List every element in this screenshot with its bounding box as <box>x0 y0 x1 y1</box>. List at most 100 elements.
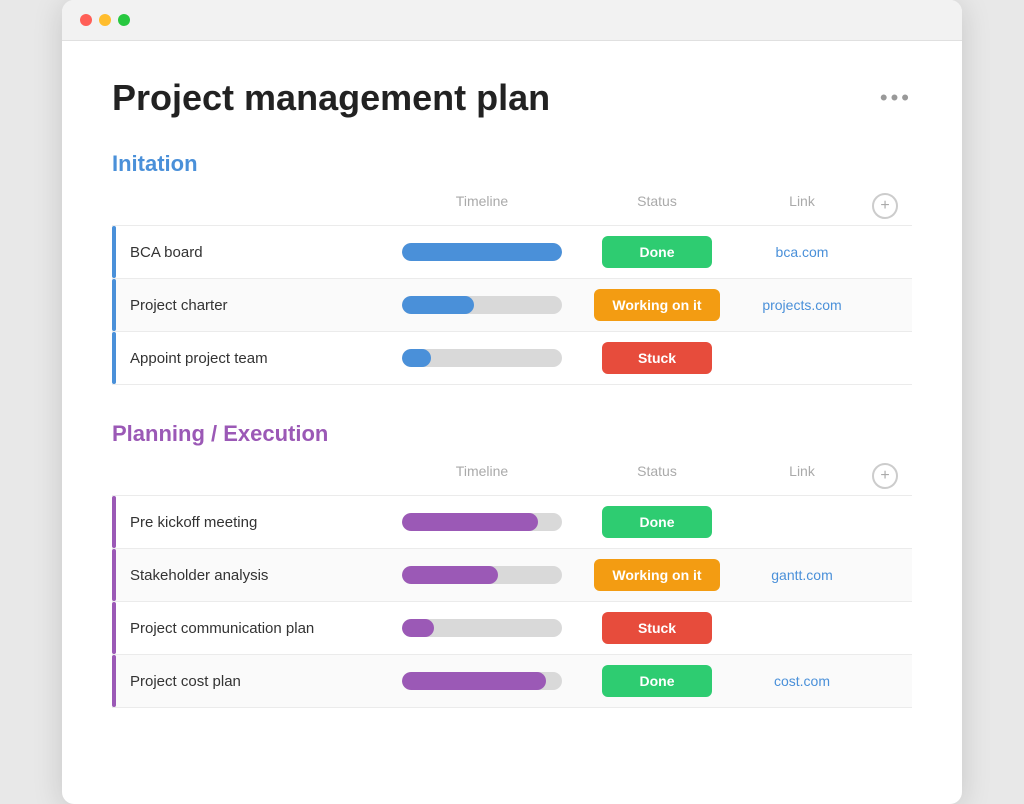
cell-timeline <box>382 513 582 531</box>
row-indicator <box>112 549 116 601</box>
cell-timeline <box>382 243 582 261</box>
section-title-planning: Planning / Execution <box>112 421 328 447</box>
cell-timeline <box>382 349 582 367</box>
sections-container: Initation Timeline Status Link + BCA boa… <box>112 151 912 708</box>
titlebar <box>62 0 962 41</box>
table-row: Appoint project team Stuck <box>112 332 912 385</box>
table-row: Project cost plan Done cost.com <box>112 655 912 708</box>
task-label: Stakeholder analysis <box>130 567 268 584</box>
col-add-header: + <box>872 193 912 219</box>
link-anchor[interactable]: gantt.com <box>771 567 832 583</box>
cell-task: Appoint project team <box>112 332 382 384</box>
page-title: Project management plan <box>112 77 550 119</box>
col-add-header: + <box>872 463 912 489</box>
status-badge: Working on it <box>594 559 719 591</box>
section-title-initiation: Initation <box>112 151 198 177</box>
cell-link[interactable]: bca.com <box>732 244 872 260</box>
row-indicator <box>112 332 116 384</box>
task-label: Project cost plan <box>130 673 241 690</box>
col-timeline-label: Timeline <box>382 463 582 489</box>
table-row: BCA board Done bca.com <box>112 226 912 279</box>
table-rows-planning: Pre kickoff meeting Done Stakeholder analy… <box>112 495 912 708</box>
cell-timeline <box>382 619 582 637</box>
row-indicator <box>112 602 116 654</box>
timeline-bar-fill <box>402 513 538 531</box>
status-badge: Done <box>602 665 712 697</box>
link-anchor[interactable]: cost.com <box>774 673 830 689</box>
status-badge: Done <box>602 506 712 538</box>
timeline-bar-fill <box>402 619 434 637</box>
timeline-bar <box>402 619 562 637</box>
cell-status: Stuck <box>582 342 732 374</box>
minimize-dot[interactable] <box>99 14 111 26</box>
link-anchor[interactable]: projects.com <box>762 297 841 313</box>
col-task-label <box>124 463 382 489</box>
cell-link[interactable]: gantt.com <box>732 567 872 583</box>
col-headers-planning: Timeline Status Link + <box>112 459 912 495</box>
section-initiation: Initation Timeline Status Link + BCA boa… <box>112 151 912 385</box>
cell-task: Project communication plan <box>112 602 382 654</box>
cell-status: Working on it <box>582 559 732 591</box>
table-rows-initiation: BCA board Done bca.com Project charter Worki… <box>112 225 912 385</box>
col-timeline-label: Timeline <box>382 193 582 219</box>
col-status-label: Status <box>582 193 732 219</box>
cell-link[interactable]: cost.com <box>732 673 872 689</box>
task-label: Project communication plan <box>130 620 314 637</box>
cell-task: Stakeholder analysis <box>112 549 382 601</box>
row-indicator <box>112 226 116 278</box>
page-header: Project management plan ••• <box>112 77 912 119</box>
timeline-bar <box>402 296 562 314</box>
row-indicator <box>112 279 116 331</box>
cell-task: BCA board <box>112 226 382 278</box>
table-row: Pre kickoff meeting Done <box>112 496 912 549</box>
section-header-planning: Planning / Execution <box>112 421 912 447</box>
col-link-label: Link <box>732 193 872 219</box>
timeline-bar-fill <box>402 296 474 314</box>
page-content: Project management plan ••• Initation Ti… <box>62 41 962 764</box>
row-indicator <box>112 655 116 707</box>
cell-status: Done <box>582 665 732 697</box>
col-task-label <box>124 193 382 219</box>
cell-task: Pre kickoff meeting <box>112 496 382 548</box>
timeline-bar <box>402 513 562 531</box>
cell-task: Project cost plan <box>112 655 382 707</box>
task-label: BCA board <box>130 244 203 261</box>
cell-status: Working on it <box>582 289 732 321</box>
main-window: Project management plan ••• Initation Ti… <box>62 0 962 804</box>
cell-timeline <box>382 566 582 584</box>
section-planning: Planning / Execution Timeline Status Lin… <box>112 421 912 708</box>
add-column-button[interactable]: + <box>872 193 898 219</box>
add-column-button[interactable]: + <box>872 463 898 489</box>
timeline-bar-fill <box>402 243 562 261</box>
cell-link[interactable]: projects.com <box>732 297 872 313</box>
task-label: Project charter <box>130 297 228 314</box>
timeline-bar <box>402 566 562 584</box>
timeline-bar-fill <box>402 566 498 584</box>
timeline-bar-fill <box>402 672 546 690</box>
table-row: Project charter Working on it projects.com <box>112 279 912 332</box>
task-label: Pre kickoff meeting <box>130 514 257 531</box>
status-badge: Stuck <box>602 612 712 644</box>
status-badge: Working on it <box>594 289 719 321</box>
timeline-bar-fill <box>402 349 431 367</box>
section-header-initiation: Initation <box>112 151 912 177</box>
cell-status: Done <box>582 236 732 268</box>
timeline-bar <box>402 672 562 690</box>
table-row: Project communication plan Stuck <box>112 602 912 655</box>
col-status-label: Status <box>582 463 732 489</box>
status-badge: Done <box>602 236 712 268</box>
table-row: Stakeholder analysis Working on it gantt.c… <box>112 549 912 602</box>
timeline-bar <box>402 243 562 261</box>
col-link-label: Link <box>732 463 872 489</box>
col-headers-initiation: Timeline Status Link + <box>112 189 912 225</box>
more-options-button[interactable]: ••• <box>880 85 912 111</box>
maximize-dot[interactable] <box>118 14 130 26</box>
cell-status: Done <box>582 506 732 538</box>
cell-status: Stuck <box>582 612 732 644</box>
task-label: Appoint project team <box>130 350 268 367</box>
status-badge: Stuck <box>602 342 712 374</box>
link-anchor[interactable]: bca.com <box>776 244 829 260</box>
timeline-bar <box>402 349 562 367</box>
cell-task: Project charter <box>112 279 382 331</box>
close-dot[interactable] <box>80 14 92 26</box>
